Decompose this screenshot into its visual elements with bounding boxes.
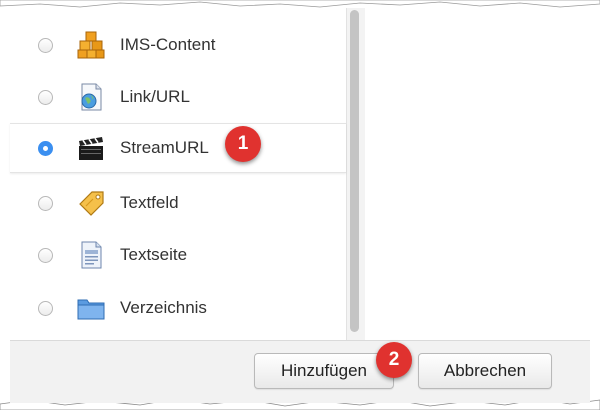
preview-panel [364,8,591,340]
scrollbar-thumb[interactable] [350,10,359,332]
item-label: Textseite [120,245,188,264]
text-page-icon [76,240,106,270]
list-item-textseite[interactable]: Textseite [10,230,346,280]
annotation-marker-1: 1 [225,126,261,162]
list-item-link-url[interactable]: Link/URL [10,72,346,122]
item-label: StreamURL [120,138,209,157]
item-label: Verzeichnis [120,298,207,317]
radio-verzeichnis[interactable] [38,300,53,316]
list-item-ims-content[interactable]: IMS-Content [10,20,346,70]
folder-icon [76,293,106,323]
radio-streamurl[interactable] [38,140,53,156]
item-label: IMS-Content [120,35,216,54]
item-label: Textfeld [120,193,179,212]
list-item-streamurl[interactable]: StreamURL [10,123,346,173]
add-button[interactable]: Hinzufügen [254,353,394,389]
list-item-verzeichnis[interactable]: Verzeichnis [10,283,346,333]
radio-link-url[interactable] [38,89,53,105]
cancel-button[interactable]: Abbrechen [418,353,552,389]
link-document-icon [76,82,106,112]
package-boxes-icon [76,30,106,60]
radio-ims-content[interactable] [38,37,53,53]
radio-textfeld[interactable] [38,195,53,211]
annotation-marker-2: 2 [376,342,412,378]
clapperboard-icon [76,133,106,163]
item-label: Link/URL [120,87,190,106]
tag-icon [76,188,106,218]
radio-textseite[interactable] [38,247,53,263]
list-item-textfeld[interactable]: Textfeld [10,178,346,228]
